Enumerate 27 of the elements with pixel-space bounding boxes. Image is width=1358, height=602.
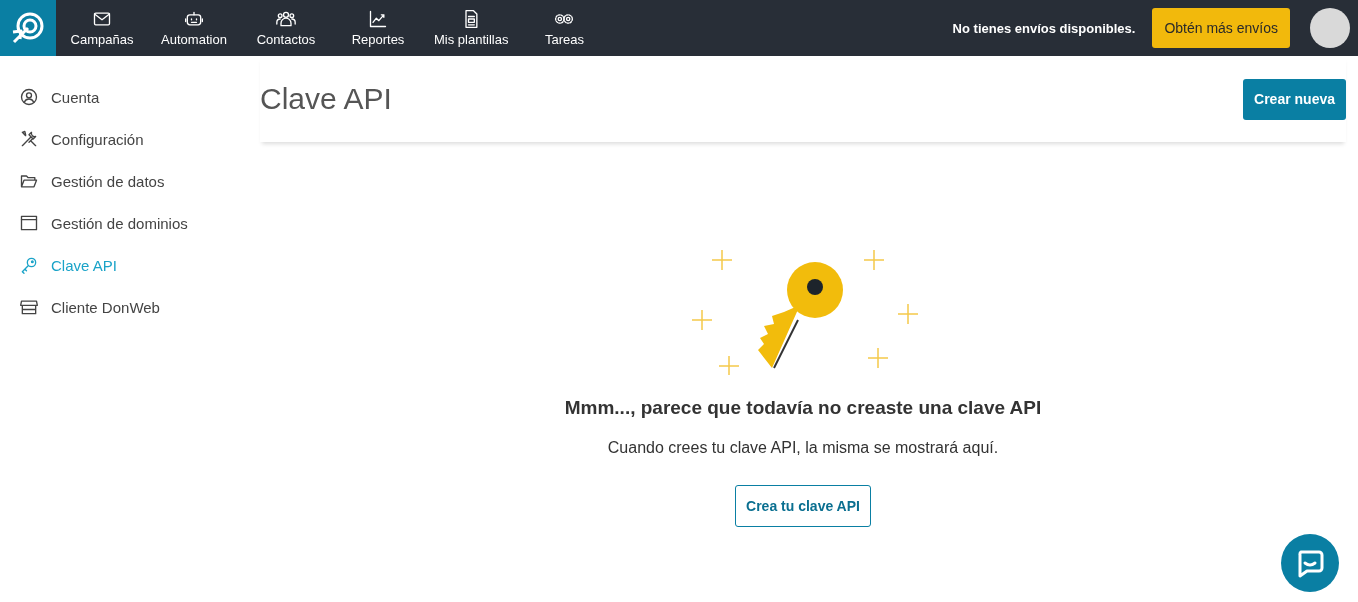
- nav-item[interactable]: Tareas: [518, 0, 611, 56]
- nav-item[interactable]: Automation: [148, 0, 240, 56]
- get-more-sends-button[interactable]: Obtén más envíos: [1152, 8, 1290, 48]
- avatar[interactable]: [1310, 8, 1350, 48]
- sidebar-item[interactable]: Gestión de datos: [0, 160, 240, 202]
- sidebar-item[interactable]: Cuenta: [0, 76, 240, 118]
- sidebar-item[interactable]: Configuración: [0, 118, 240, 160]
- key-icon: [19, 255, 39, 275]
- page-title: Clave API: [260, 82, 392, 116]
- window-icon: [19, 213, 39, 233]
- no-sends-notice: No tienes envíos disponibles.: [952, 20, 1136, 36]
- target-logo-icon[interactable]: [10, 10, 46, 46]
- empty-state-heading: Mmm..., parece que todavía no creaste una clave API: [564, 397, 1042, 419]
- user-icon: [19, 87, 39, 107]
- sidebar-item[interactable]: Gestión de dominios: [0, 202, 240, 244]
- nav-item[interactable]: Contactos: [240, 0, 332, 56]
- nav-item[interactable]: Reportes: [332, 0, 424, 56]
- nav-item[interactable]: Mis plantillas: [424, 0, 519, 56]
- sidebar-item[interactable]: Cliente DonWeb: [0, 286, 240, 328]
- create-new-button[interactable]: Crear nueva: [1243, 78, 1346, 120]
- tools-icon: [19, 129, 39, 149]
- empty-state-text: Cuando crees tu clave API, la misma se mostrará aquí.: [607, 439, 999, 457]
- nav-item[interactable]: Campañas: [56, 0, 148, 56]
- chart-icon: [368, 9, 388, 29]
- create-api-key-button[interactable]: Crea tu clave API: [735, 485, 871, 527]
- people-icon: [276, 9, 296, 29]
- chat-button[interactable]: [1281, 534, 1339, 592]
